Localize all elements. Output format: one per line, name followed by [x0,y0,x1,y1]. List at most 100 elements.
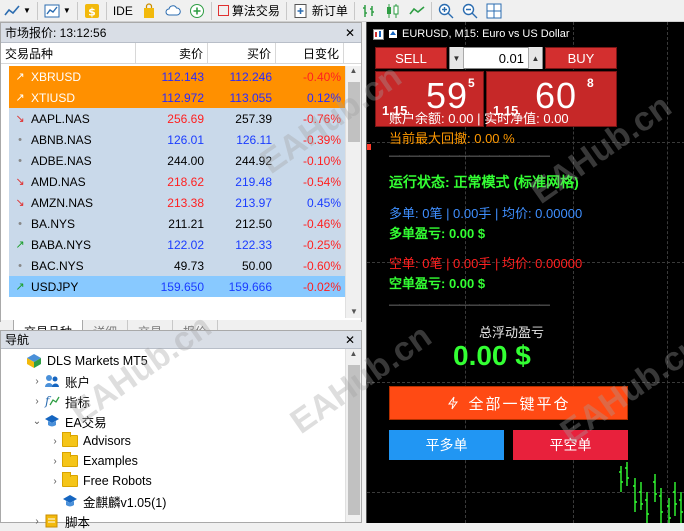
indicators-button[interactable]: ▼ [40,1,75,21]
chevron-right-icon[interactable]: › [31,376,43,387]
new-order-label: 新订单 [311,4,348,18]
folder-icon [61,472,79,489]
toolbar-divider [353,1,355,20]
chevron-right-icon[interactable]: › [49,476,61,487]
lot-size-stepper[interactable]: ▼ 0.01 ▲ [449,47,543,69]
tree-item[interactable]: › 账户 [1,371,361,391]
new-order-button[interactable]: 新订单 [289,1,352,21]
arrow-down-icon: ↘ [15,176,25,188]
close-icon[interactable]: ✕ [345,26,355,40]
chart-title: EURUSD, M15: Euro vs US Dollar [373,28,570,40]
close-long-button[interactable]: 平多单 [389,430,504,460]
tree-item[interactable]: › Advisors [1,431,361,451]
bid-cell: 126.01 [167,132,204,147]
ask-cell: 244.92 [235,153,272,168]
column-header-ask[interactable]: 买价 [208,43,276,63]
market-watch-scrollbar[interactable]: ▲ ▼ [345,66,361,318]
line-chart-button[interactable]: ▼ [0,1,35,21]
tree-item[interactable]: › f 指标 [1,391,361,411]
tree-item[interactable]: › Free Robots [1,471,361,491]
symbol-cell: • BA.NYS [9,213,136,234]
table-row[interactable]: ↗ USDJPY 159.650 159.666 -0.02% [9,276,345,297]
tree-item-label: Examples [83,454,138,468]
toolbar-divider [76,1,78,20]
short-positions-text: 空单: 0笔 | 0.00手 | 均价: 0.00000 [389,256,583,271]
tree-item-label: 金麒麟v1.05(1) [83,495,167,510]
table-row[interactable]: ↘ AMD.NAS 218.62 219.48 -0.54% [9,171,345,192]
chevron-right-icon[interactable]: › [49,436,61,447]
table-row[interactable]: • BA.NYS 211.21 212.50 -0.46% [9,213,345,234]
table-row[interactable]: ↗ BABA.NYS 122.02 122.33 -0.25% [9,234,345,255]
tree-item[interactable]: 金麒麟v1.05(1) [1,491,361,511]
navigator-scrollbar[interactable]: ▲ [345,349,361,522]
buy-button[interactable]: BUY [545,47,617,69]
scrollbar-thumb[interactable] [348,365,360,515]
vps-button[interactable] [161,1,185,21]
close-short-button[interactable]: 平空单 [513,430,628,460]
table-row[interactable]: • ABNB.NAS 126.01 126.11 -0.39% [9,129,345,150]
ask-cell: 112.246 [229,69,273,84]
market-button[interactable] [137,1,161,21]
scroll-up-icon[interactable]: ▲ [346,66,361,80]
line-icon [409,5,425,14]
column-header-symbol[interactable]: 交易品种 [1,43,136,63]
chevron-down-icon: ▼ [23,6,31,15]
scroll-down-icon[interactable]: ▼ [346,307,362,316]
scroll-up-icon[interactable]: ▲ [346,349,361,363]
change-cell: -0.39% [302,132,341,147]
zoom-in-button[interactable] [434,1,458,21]
symbol-name: BABA.NYS [31,237,92,252]
tree-item[interactable]: DLS Markets MT5 [1,351,361,371]
bar-chart-button[interactable] [357,1,381,21]
chevron-right-icon[interactable]: › [31,516,43,527]
column-header-bid[interactable]: 卖价 [136,43,208,63]
table-row[interactable]: ↘ AMZN.NAS 213.38 213.97 0.45% [9,192,345,213]
tree-item[interactable]: ⌄ EA交易 [1,411,361,431]
candlestick-button[interactable] [381,1,405,21]
symbol-name: BA.NYS [31,216,76,231]
lot-decrease-icon[interactable]: ▼ [450,47,464,69]
symbol-name: XTIUSD [31,90,76,105]
zoom-in-icon [438,3,454,18]
symbol-cell: ↗ USDJPY [9,276,136,297]
chevron-right-icon[interactable]: › [49,456,61,467]
ask-cell: 126.11 [236,132,272,147]
column-header-change[interactable]: 日变化 [276,43,344,63]
chevron-down-icon[interactable]: ⌄ [31,416,43,427]
scrollbar-thumb[interactable] [348,82,360,142]
chevron-right-icon[interactable]: › [31,396,43,407]
arrow-down-icon: ↘ [15,197,25,209]
expert-hat-icon [61,493,79,509]
table-row[interactable]: • ADBE.NAS 244.00 244.92 -0.10% [9,150,345,171]
table-row[interactable]: • BAC.NYS 49.73 50.00 -0.60% [9,255,345,276]
symbol-name: USDJPY [31,279,79,294]
add-button[interactable] [185,1,209,21]
algo-trading-button[interactable]: 算法交易 [214,1,284,21]
sell-button[interactable]: SELL [375,47,447,69]
lot-size-value[interactable]: 0.01 [464,51,528,66]
change-cell: -0.02% [302,279,341,294]
bid-cell: 244.00 [167,153,204,168]
close-all-button[interactable]: 全部一键平仓 [389,386,628,420]
zoom-out-button[interactable] [458,1,482,21]
expert-hat-icon [43,413,61,429]
lot-increase-icon[interactable]: ▲ [528,47,542,69]
symbol-name: XBRUSD [31,69,82,84]
grid-line [667,22,668,523]
symbol-cell: ↗ XTIUSD [9,87,136,108]
table-row[interactable]: ↘ AAPL.NAS 256.69 257.39 -0.76% [9,108,345,129]
chart-window[interactable]: EURUSD, M15: Euro vs US Dollar SELL ▼ 0.… [366,22,684,523]
table-row[interactable]: ↗ XBRUSD 112.143 112.246 -0.40% [9,66,345,87]
ide-button[interactable]: IDE [109,1,137,21]
expert-hat-icon [389,30,397,38]
close-icon[interactable]: ✕ [345,333,355,347]
tile-windows-button[interactable] [482,1,506,21]
navigator-title: 导航 [5,333,30,347]
table-row[interactable]: ↗ XTIUSD 112.972 113.055 0.12% [9,87,345,108]
signals-button[interactable]: $ [80,1,104,21]
symbol-name: AMZN.NAS [31,195,94,210]
tree-item[interactable]: › 脚本 [1,511,361,531]
symbol-cell: ↘ AAPL.NAS [9,108,136,129]
line-mode-button[interactable] [405,1,429,21]
tree-item[interactable]: › Examples [1,451,361,471]
